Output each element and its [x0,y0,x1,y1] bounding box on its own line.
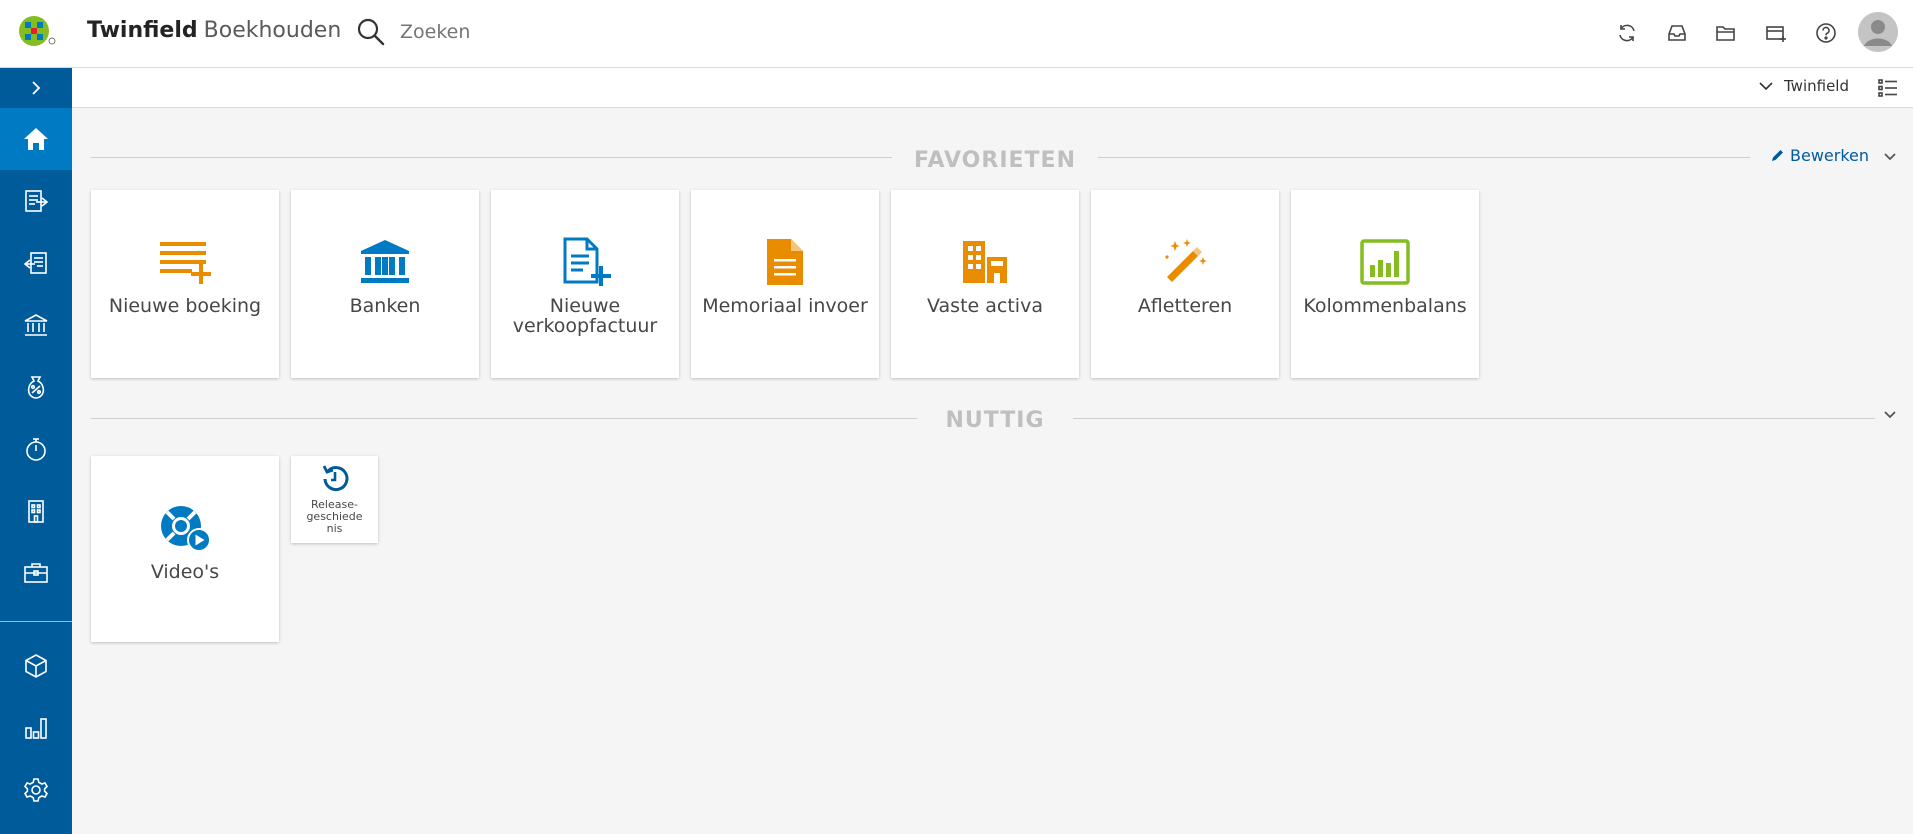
pencil-icon [1772,150,1783,161]
list-view-icon[interactable] [1877,77,1899,99]
chevron-down-icon [1759,82,1773,91]
tile-label: Nieuwe boeking [108,295,262,317]
document-icon [757,236,813,288]
tile-label: Release-geschiedenis [304,499,366,535]
refresh-icon[interactable] [1612,18,1642,48]
history-icon [319,463,351,495]
sidebar-divider [0,621,72,622]
sidebar-item-products[interactable] [0,635,72,697]
sidebar-item-office[interactable] [0,480,72,542]
organisation-name: Twinfield [1784,77,1849,95]
app-module: Boekhouden [203,18,342,43]
useful-title: NUTTIG [945,408,1045,433]
section-divider [91,157,892,158]
invoice-out-icon [25,190,49,212]
tile-release-geschiedenis[interactable]: Release-geschiedenis [291,456,378,543]
tile-memoriaal-invoer[interactable]: Memoriaal invoer [691,190,879,378]
sidebar-item-sales-invoices[interactable] [0,170,72,232]
sidebar-item-assets[interactable] [0,542,72,604]
gear-icon [23,778,49,802]
sidebar-item-purchase-invoices[interactable] [0,232,72,294]
sidebar [0,68,72,834]
wolters-kluwer-logo-icon[interactable] [16,15,56,51]
favorites-title: FAVORIETEN [914,148,1076,173]
sidebar-expand-button[interactable] [0,68,72,108]
tile-label: Video's [150,561,220,583]
tile-banken[interactable]: Banken [291,190,479,378]
sidebar-item-vat[interactable] [0,356,72,418]
section-divider [91,418,917,419]
inbox-icon[interactable] [1662,18,1692,48]
bank-icon [357,236,413,288]
tile-vaste-activa[interactable]: Vaste activa [891,190,1079,378]
search-icon[interactable] [355,16,387,48]
user-avatar[interactable] [1858,12,1898,52]
percentage-icon [27,376,45,399]
tile-afletteren[interactable]: Afletteren [1091,190,1279,378]
sidebar-item-settings[interactable] [0,759,72,821]
tile-nieuwe-boeking[interactable]: Nieuwe boeking [91,190,279,378]
tile-videos[interactable]: Video's [91,456,279,642]
app-name: Twinfield [87,18,198,43]
new-window-icon[interactable] [1761,18,1791,48]
edit-label: Bewerken [1790,146,1870,165]
tile-label: Afletteren [1137,295,1233,317]
tile-label: Nieuwe verkoopfactuur [512,295,658,337]
bank-icon [24,314,48,336]
context-bar: Twinfield [72,68,1913,108]
stopwatch-icon [26,438,46,461]
sidebar-item-reports[interactable] [0,697,72,759]
briefcase-icon [24,563,48,583]
magic-wand-icon [1157,236,1213,288]
edit-favorites-link[interactable]: Bewerken [1770,146,1869,165]
building-icon [28,500,44,523]
sidebar-item-time[interactable] [0,418,72,480]
tile-label: Memoriaal invoer [702,295,868,317]
app-brand: Twinfield Boekhouden [87,18,341,43]
tile-label: Vaste activa [927,295,1043,317]
home-icon [24,128,48,150]
search-input[interactable] [400,16,800,48]
tile-label-text: Release-geschiedenis [306,498,363,535]
folder-icon[interactable] [1711,18,1741,48]
tile-label: Banken [349,295,421,317]
lifebuoy-video-icon [157,502,213,554]
top-bar: Twinfield Boekhouden [0,0,1913,68]
chevron-down-icon[interactable] [1882,149,1898,165]
buildings-icon [957,236,1013,288]
tile-nieuwe-verkoopfactuur[interactable]: Nieuwe verkoopfactuur [491,190,679,378]
chevron-down-icon[interactable] [1882,407,1898,423]
chevron-right-icon [32,81,41,95]
column-chart-icon [1357,236,1413,288]
section-divider [1073,418,1875,419]
new-entry-icon [157,236,213,288]
help-icon[interactable] [1811,18,1841,48]
sidebar-item-banks[interactable] [0,294,72,356]
invoice-in-icon [23,252,47,274]
tile-label: Kolommenbalans [1303,295,1467,317]
tile-kolommenbalans[interactable]: Kolommenbalans [1291,190,1479,378]
section-divider [1098,157,1750,158]
cube-icon [25,654,47,678]
bar-chart-icon [25,718,47,739]
organisation-switcher[interactable]: Twinfield [1758,77,1849,95]
new-invoice-icon [557,236,613,288]
sidebar-item-home[interactable] [0,108,72,170]
